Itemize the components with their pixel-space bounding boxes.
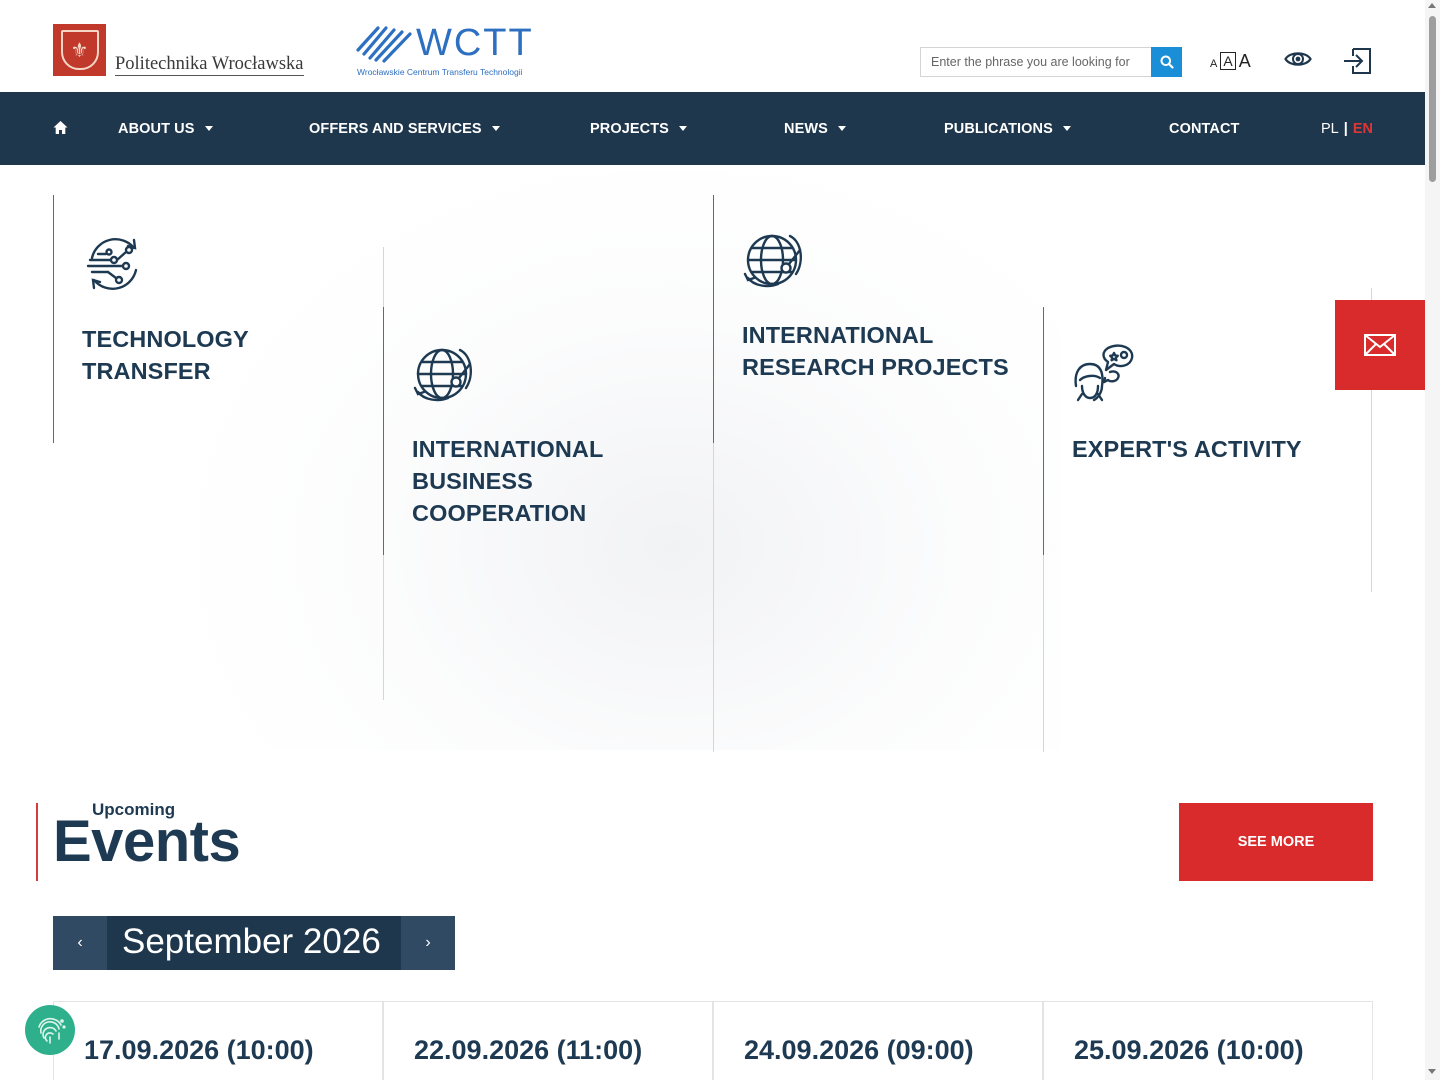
nav-about-us-label: ABOUT US [118,120,195,137]
wctt-logo[interactable]: WCTT Wrocławskie Centrum Transferu Techn… [356,22,536,78]
nav-contact[interactable]: CONTACT [1169,92,1240,165]
tile-technology-transfer[interactable]: TECHNOLOGY TRANSFER [82,232,249,387]
nav-publications[interactable]: PUBLICATIONS [944,92,1071,165]
login-button[interactable] [1342,45,1374,82]
university-logo[interactable]: ⚜ Politechnika Wrocławska [53,24,304,76]
wctt-name: WCTT [416,22,534,64]
tile-title-line: INTERNATIONAL [412,436,604,462]
nav-offers-label: OFFERS AND SERVICES [309,120,482,137]
page-scrollbar[interactable] [1425,0,1440,1080]
university-name: Politechnika Wrocławska [115,54,304,76]
expert-chat-icon [1074,344,1134,402]
search-button[interactable] [1151,47,1182,77]
globe-network-icon [413,348,472,402]
event-card[interactable]: 25.09.2026 (10:00) [1043,1001,1373,1080]
login-icon [1344,48,1371,74]
tile-divider [383,307,384,555]
tile-divider [713,443,714,752]
wctt-subtitle: Wrocławskie Centrum Transferu Technologi… [357,67,523,77]
tile-divider [1043,307,1044,555]
font-size-medium-button[interactable]: A [1220,52,1236,70]
tile-international-business-cooperation[interactable]: INTERNATIONAL BUSINESS COOPERATION [412,342,603,529]
tile-title-line: TRANSFER [82,358,211,384]
lang-separator: | [1343,120,1348,137]
chevron-down-icon [204,126,213,131]
wctt-stripes-icon [356,26,412,63]
scroll-up-arrow-icon[interactable] [1428,3,1436,8]
tile-divider [1043,555,1044,752]
chevron-down-icon [491,126,500,131]
nav-about-us[interactable]: ABOUT US [118,92,213,165]
event-date: 17.09.2026 (10:00) [84,1035,314,1065]
tile-technology-transfer-title: TECHNOLOGY TRANSFER [82,323,249,387]
contrast-button[interactable] [1284,48,1312,75]
nav-news[interactable]: NEWS [784,92,846,165]
tile-divider [713,195,714,443]
tile-divider [53,195,54,443]
lang-en-link[interactable]: EN [1353,121,1373,137]
search-icon [1160,55,1174,69]
tile-title-line: EXPERT'S ACTIVITY [1072,436,1302,462]
contact-mail-button[interactable] [1335,300,1425,390]
eagle-crest-icon: ⚜ [60,30,99,70]
prev-month-button[interactable]: ‹ [53,916,107,970]
tile-title-line: COOPERATION [412,500,587,526]
search-input[interactable] [921,48,1151,76]
tile-title-line: RESEARCH PROJECTS [742,354,1009,380]
chevron-down-icon [1062,126,1071,131]
tile-business-cooperation-title: INTERNATIONAL BUSINESS COOPERATION [412,433,603,529]
fingerprint-icon [38,1017,66,1044]
nav-offers-and-services[interactable]: OFFERS AND SERVICES [309,92,500,165]
envelope-icon [1364,334,1396,356]
nav-publications-label: PUBLICATIONS [944,120,1053,137]
events-title: Events [53,809,241,874]
events-accent-bar [36,803,38,881]
event-date: 25.09.2026 (10:00) [1074,1035,1304,1065]
tile-divider [383,555,384,700]
lang-pl-link[interactable]: PL [1321,121,1339,137]
scroll-thumb[interactable] [1429,16,1436,182]
nav-news-label: NEWS [784,120,828,137]
font-size-small-button[interactable]: A [1210,58,1217,70]
tile-international-research-projects[interactable]: INTERNATIONAL RESEARCH PROJECTS [742,228,1009,383]
site-header: ⚜ Politechnika Wrocławska WCTT Wrocławsk… [0,0,1425,92]
tile-experts-activity[interactable]: EXPERT'S ACTIVITY [1072,342,1302,465]
nav-contact-label: CONTACT [1169,120,1240,137]
see-more-button[interactable]: SEE MORE [1179,803,1373,881]
font-size-control: A A A [1210,52,1251,70]
technology-transfer-icon [86,238,138,290]
home-button[interactable] [53,120,68,140]
font-size-large-button[interactable]: A [1239,52,1251,70]
tile-title-line: TECHNOLOGY [82,326,249,352]
home-icon [53,121,68,134]
nav-projects[interactable]: PROJECTS [590,92,687,165]
event-card[interactable]: 24.09.2026 (09:00) [713,1001,1043,1080]
chevron-down-icon [678,126,687,131]
chevron-down-icon [837,126,846,131]
month-navigator: ‹ September 2026 › [53,916,455,970]
event-card[interactable]: 22.09.2026 (11:00) [383,1001,713,1080]
next-month-button[interactable]: › [401,916,455,970]
search-box [920,47,1182,77]
event-date: 22.09.2026 (11:00) [414,1035,643,1065]
university-crest-icon: ⚜ [53,24,106,76]
tile-research-projects-title: INTERNATIONAL RESEARCH PROJECTS [742,319,1009,383]
tile-title-line: BUSINESS [412,468,533,494]
nav-projects-label: PROJECTS [590,120,669,137]
current-month: September 2026 [122,922,381,961]
event-card[interactable]: 17.09.2026 (10:00) [53,1001,383,1080]
chevron-right-icon: › [425,934,431,951]
tile-title-line: INTERNATIONAL [742,322,934,348]
tile-divider [383,247,384,307]
tile-experts-activity-title: EXPERT'S ACTIVITY [1072,433,1302,465]
language-switcher: PL | EN [1321,92,1373,165]
globe-network-icon [743,234,802,288]
chevron-left-icon: ‹ [77,934,83,951]
eye-icon [1284,52,1312,66]
main-nav: ABOUT US OFFERS AND SERVICES PROJECTS NE… [0,92,1425,165]
accessibility-badge[interactable] [25,1005,75,1055]
scroll-down-arrow-icon[interactable] [1428,1069,1436,1074]
event-date: 24.09.2026 (09:00) [744,1035,974,1065]
